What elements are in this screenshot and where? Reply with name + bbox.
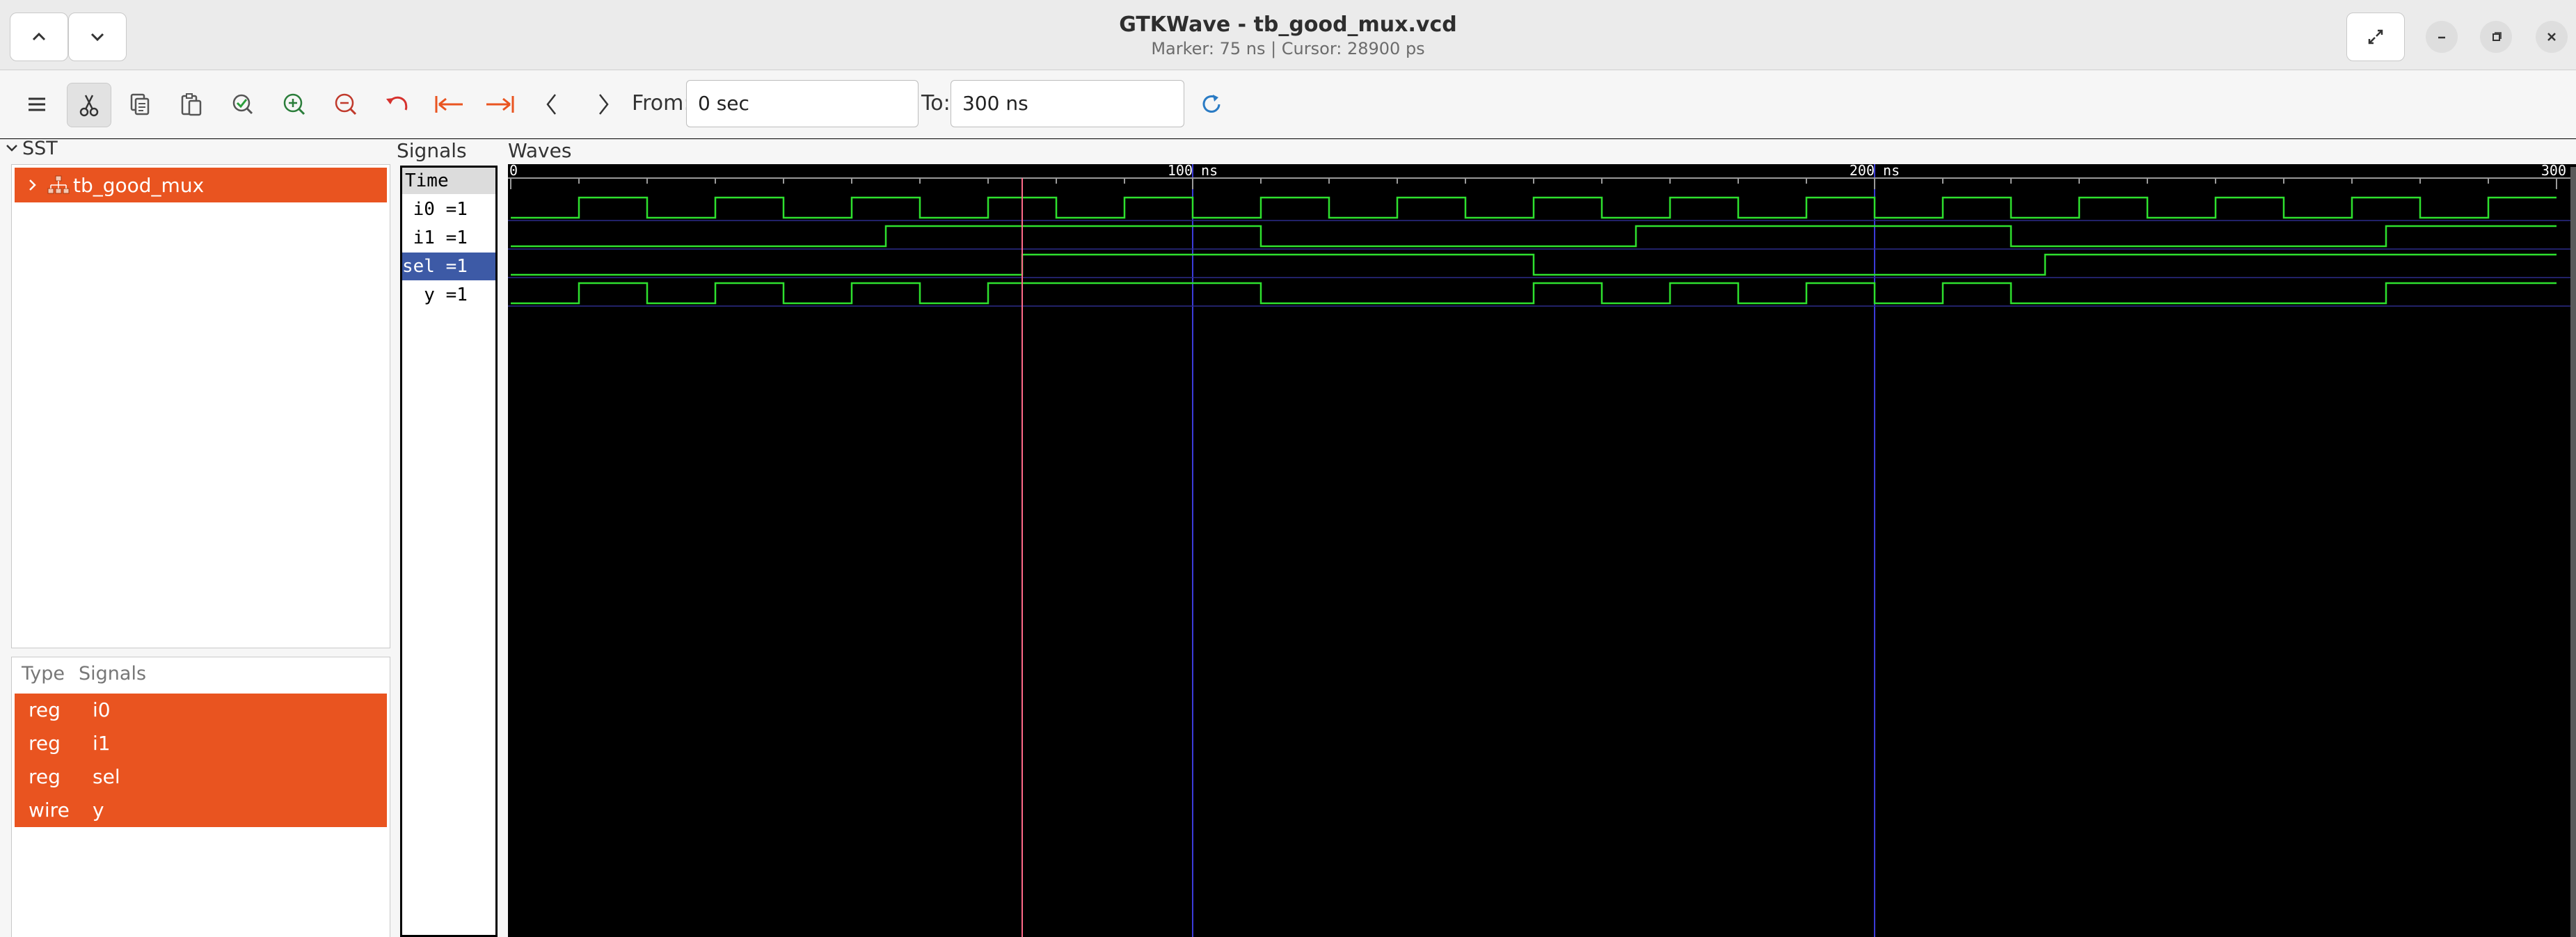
signal-type: reg (29, 732, 61, 755)
cut-button[interactable] (67, 83, 111, 127)
refresh-icon (1202, 95, 1221, 113)
chevron-right-icon[interactable] (24, 177, 40, 193)
expand-icon (2368, 29, 2383, 45)
to-time-input[interactable]: 300 ns (951, 80, 1184, 127)
signal-name: sel (93, 765, 120, 788)
zoom-out-button[interactable] (324, 83, 367, 126)
copy-button[interactable] (118, 83, 161, 126)
undo-zoom-button[interactable] (376, 83, 419, 126)
zoom-out-icon (335, 93, 357, 115)
jump-to-end-button[interactable] (479, 83, 522, 126)
next-edge-button[interactable] (582, 83, 625, 126)
to-label: To: (921, 91, 951, 115)
reload-button[interactable] (1190, 83, 1233, 126)
tick-label-200: 200 ns (1850, 164, 1900, 179)
go-first-icon (435, 96, 463, 113)
jump-to-start-button[interactable] (427, 83, 470, 126)
waveform-canvas[interactable]: 0 100 ns 200 ns 300 (508, 162, 2570, 937)
zoom-in-icon (283, 93, 305, 115)
previous-edge-button[interactable] (530, 83, 573, 126)
signals-column-header: Signals (79, 663, 147, 684)
hierarchy-icon (47, 175, 70, 194)
signal-row-y[interactable]: wire y (15, 794, 387, 827)
tick-label-0: 0 (509, 164, 518, 179)
zoom-fit-icon (232, 94, 253, 115)
sst-tree: tb_good_mux (11, 164, 390, 648)
tree-item-tb-good-mux[interactable]: tb_good_mux (15, 168, 387, 202)
window-title: GTKWave - tb_good_mux.vcd (1119, 13, 1457, 37)
signal-name: i1 (93, 732, 111, 755)
close-icon (2547, 33, 2556, 41)
signal-name: i0 (93, 698, 111, 721)
signal-entry-i1[interactable]: i1 =1 (402, 224, 495, 252)
signal-type: reg (29, 765, 61, 788)
minimize-button[interactable] (2426, 21, 2458, 53)
fullscreen-button[interactable] (2346, 13, 2405, 61)
signal-row-i1[interactable]: reg i1 (15, 727, 387, 760)
from-time-input[interactable]: 0 sec (686, 80, 919, 127)
signal-entry-i0[interactable]: i0 =1 (402, 195, 495, 223)
undo-icon (386, 96, 408, 111)
from-label: From: (632, 91, 691, 115)
signal-type-list: Type Signals reg i0 reg i1 reg sel wire y (11, 657, 390, 937)
waves-pane-label: Waves (508, 139, 572, 162)
signal-type: wire (29, 799, 70, 822)
waves-pane[interactable]: 0 100 ns 200 ns 300 (508, 162, 2576, 937)
signal-row-i0[interactable]: reg i0 (15, 694, 387, 727)
restore-icon (2492, 32, 2502, 41)
signals-pane: Time i0 =1 i1 =1 sel =1 y =1 (400, 166, 498, 937)
gtkwave-window: GTKWave - tb_good_mux.vcd Marker: 75 ns … (0, 0, 2576, 937)
vertical-scrollbar[interactable] (2570, 167, 2576, 937)
scissors-icon (79, 95, 99, 117)
title-bar: GTKWave - tb_good_mux.vcd Marker: 75 ns … (0, 0, 2576, 70)
copy-icon (130, 93, 150, 115)
signal-name: y (93, 799, 104, 822)
waveform-sel (511, 253, 2557, 276)
waveform-y (511, 282, 2557, 305)
main-panels: SST tb_good_mux Type Signals reg i0 reg i1 … (0, 137, 2576, 937)
paste-icon (181, 93, 202, 116)
toolbar: From: 0 sec To: 300 ns (0, 70, 2576, 138)
time-header: Time (402, 168, 495, 194)
waveform-i0 (511, 196, 2557, 219)
tree-item-label: tb_good_mux (73, 173, 205, 197)
signal-type: reg (29, 698, 61, 721)
sst-label: SST (22, 137, 58, 159)
marker-cursor-status: Marker: 75 ns | Cursor: 28900 ps (1151, 39, 1425, 58)
signal-row-sel[interactable]: reg sel (15, 760, 387, 794)
tick-label-300: 300 (2541, 164, 2566, 179)
tick-label-100: 100 ns (1168, 164, 1218, 179)
minimize-icon (2438, 36, 2445, 39)
chevron-right-icon (599, 94, 609, 115)
chevron-down-icon (6, 145, 17, 152)
paste-button[interactable] (170, 83, 213, 126)
zoom-fit-button[interactable] (221, 83, 264, 126)
hamburger-menu-icon (29, 97, 45, 111)
sst-header[interactable]: SST (4, 137, 58, 159)
signals-pane-label: Signals (397, 139, 467, 162)
signal-entry-sel[interactable]: sel =1 (402, 253, 495, 280)
waveform-i1 (511, 225, 2557, 248)
signal-entry-y[interactable]: y =1 (402, 281, 495, 309)
zoom-in-button[interactable] (273, 83, 316, 126)
go-last-icon (486, 96, 514, 113)
chevron-left-icon (546, 94, 556, 115)
type-column-header: Type (22, 663, 65, 684)
signal-list-header: Type Signals (22, 663, 146, 684)
close-button[interactable] (2536, 21, 2568, 53)
menu-button[interactable] (15, 83, 58, 126)
maximize-button[interactable] (2480, 21, 2512, 53)
